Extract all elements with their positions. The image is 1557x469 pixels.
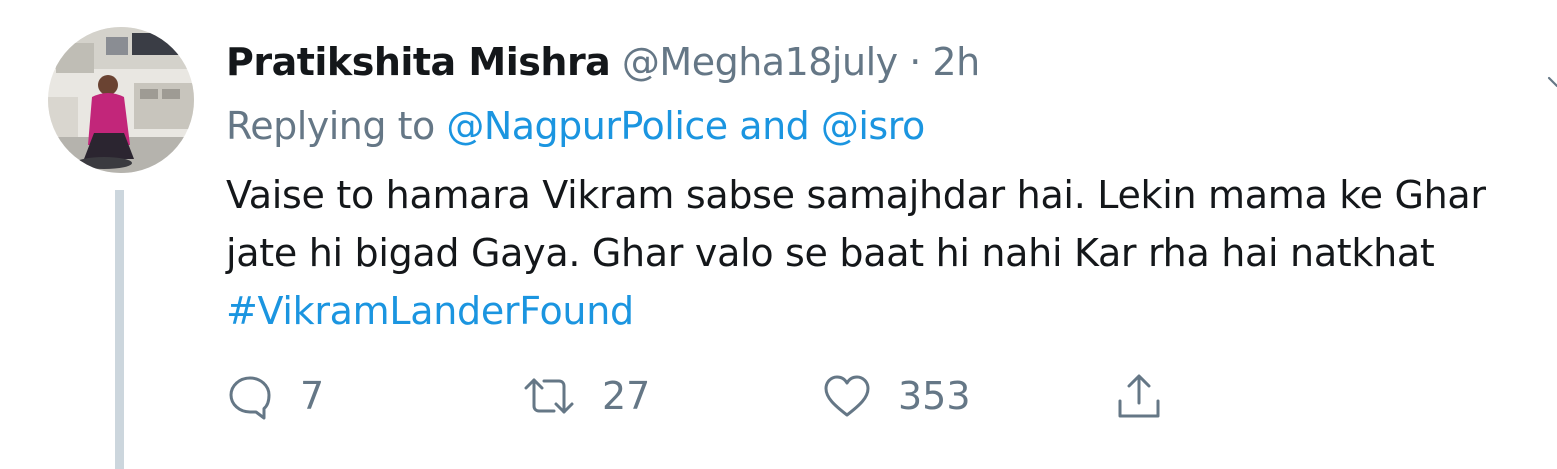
replying-to-label: Replying to (226, 104, 435, 148)
reply-count: 7 (300, 374, 325, 418)
mention-conjunction[interactable]: and (739, 104, 810, 148)
tweet-text-line: jate hi bigad Gaya. Ghar valo se baat hi… (226, 231, 1435, 275)
tweet-timestamp[interactable]: 2h (932, 40, 980, 84)
thread-connector-line (115, 190, 124, 469)
chevron-down-icon[interactable] (1545, 70, 1557, 94)
separator-dot: · (909, 40, 921, 84)
avatar[interactable] (48, 27, 194, 173)
mention-link-isro[interactable]: @isro (821, 104, 925, 148)
replying-to: Replying to @NagpurPolice and @isro (226, 102, 925, 150)
tweet[interactable]: Pratikshita Mishra @Megha18july · 2h Rep… (0, 0, 1557, 469)
tweet-text-line: Vaise to hamara Vikram sabse samajhdar h… (226, 173, 1486, 217)
reply-button[interactable]: 7 (226, 364, 324, 428)
heart-icon (822, 372, 872, 420)
tweet-body: Vaise to hamara Vikram sabse samajhdar h… (226, 166, 1546, 340)
speech-bubble-icon (226, 372, 274, 420)
like-count: 353 (898, 374, 971, 418)
hashtag-link[interactable]: #VikramLanderFound (226, 282, 1546, 340)
share-upload-icon (1114, 371, 1164, 421)
share-button[interactable] (1114, 364, 1164, 428)
mention-link-nagpurpolice[interactable]: @NagpurPolice (446, 104, 728, 148)
tweet-header: Pratikshita Mishra @Megha18july · 2h (226, 38, 980, 88)
retweet-button[interactable]: 27 (522, 364, 650, 428)
avatar-photo (48, 27, 194, 173)
display-name[interactable]: Pratikshita Mishra (226, 40, 611, 84)
retweet-arrows-icon (522, 372, 576, 420)
user-handle[interactable]: @Megha18july (622, 40, 898, 84)
tweet-actions: 7 27 353 (226, 364, 1226, 428)
like-button[interactable]: 353 (822, 364, 971, 428)
retweet-count: 27 (602, 374, 651, 418)
